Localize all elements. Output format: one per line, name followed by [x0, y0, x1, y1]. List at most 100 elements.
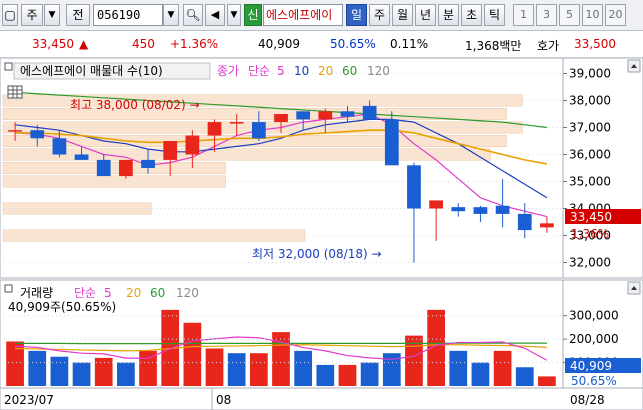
current-price: 33,450 — [32, 37, 74, 51]
vol-legend-ma120[interactable]: 120 — [176, 286, 199, 300]
speaker-icon[interactable]: ◀ — [205, 4, 225, 26]
candle-body — [207, 122, 222, 136]
interval-tab[interactable]: 5 — [559, 4, 580, 26]
price-tick-label: 36,000 — [569, 148, 611, 162]
quote-bar: 33,450 ▲ 450 +1.36% 40,909 50.65% 0.11% … — [0, 31, 643, 58]
volume-scroll-up-button[interactable] — [627, 281, 641, 295]
volume-bar[interactable] — [227, 353, 246, 386]
candle-body — [451, 207, 466, 212]
volume-bar[interactable] — [493, 350, 512, 386]
chevron-down-icon[interactable]: ▼ — [44, 4, 60, 26]
interval-tab[interactable]: 1 — [513, 4, 534, 26]
candle-body — [229, 122, 244, 124]
price-tick-label: 35,000 — [569, 175, 611, 189]
candle-body — [274, 114, 288, 123]
volume-bar[interactable] — [50, 356, 69, 386]
up-arrow-icon: ▲ — [79, 37, 89, 51]
volume-bar[interactable] — [338, 364, 357, 386]
x-axis — [0, 387, 643, 410]
volume-bar[interactable] — [515, 367, 534, 386]
period-tab[interactable]: 초 — [461, 4, 482, 26]
legend-ma60[interactable]: 60 — [342, 64, 357, 78]
volume-value: 40,909 — [258, 37, 300, 51]
candle-body — [517, 213, 532, 231]
candle-body — [540, 223, 554, 228]
candle-body — [30, 130, 45, 139]
x-axis-label: 2023/07 — [4, 393, 54, 407]
volume-bar[interactable] — [28, 350, 47, 386]
price-axis — [562, 57, 643, 279]
interval-tab[interactable]: 10 — [582, 4, 603, 26]
candle-body — [296, 111, 311, 120]
candle[interactable] — [119, 159, 133, 179]
legend-close[interactable]: 종가 — [217, 64, 239, 78]
volume-bar[interactable] — [360, 362, 379, 386]
volume-bar[interactable] — [449, 350, 468, 386]
last-price-label: 33,450 — [570, 210, 612, 224]
legend-ma20[interactable]: 20 — [318, 64, 333, 78]
stock-code-input[interactable]: 056190 — [93, 4, 163, 26]
candle-body — [340, 111, 355, 117]
period-tab[interactable]: 틱 — [484, 4, 505, 26]
volume-bar[interactable] — [316, 364, 335, 386]
candle-body — [318, 111, 333, 120]
volume-tick-label: 300,000 — [569, 309, 619, 323]
search-icon[interactable]: 🔍︎ — [183, 4, 203, 26]
table-icon[interactable] — [7, 85, 23, 99]
period-tab[interactable]: 월 — [392, 4, 413, 26]
price-legend-title[interactable]: 에스에프에이 매물대 수(10) — [20, 64, 163, 78]
trade-amount: 1,368백만 — [465, 39, 522, 53]
volume-bar[interactable] — [94, 357, 113, 386]
sound-dropdown-icon[interactable]: ▼ — [227, 4, 241, 26]
candle-body — [251, 122, 266, 139]
annotation-low: 최저 32,000 (08/18) → — [252, 247, 382, 261]
candle-body — [473, 207, 488, 214]
candle-body — [141, 159, 155, 168]
volume-bar[interactable] — [183, 322, 202, 386]
annotation-high: 최고 38,000 (08/02) → — [70, 98, 200, 112]
volume-bar[interactable] — [294, 350, 313, 386]
candle[interactable] — [384, 111, 399, 166]
stock-chart[interactable]: 2023/07 08 08/28 에스에프에이 매물대 수(10) 종가 단순 5 … — [0, 57, 643, 410]
legend-ma-label: 단순 — [248, 64, 270, 78]
period-tab[interactable]: 주 — [369, 4, 390, 26]
candle-body — [163, 141, 178, 160]
x-axis-label: 08/28 — [570, 393, 605, 407]
volume-info: 40,909주(50.65%) — [8, 300, 116, 314]
period-tab[interactable]: 분 — [438, 4, 459, 26]
turnover-pct: 0.11% — [390, 37, 429, 51]
volume-bar[interactable] — [205, 348, 224, 386]
prev-button[interactable]: 전 — [66, 4, 90, 26]
legend-ma120[interactable]: 120 — [367, 64, 390, 78]
stock-type-select[interactable]: 주 — [21, 4, 43, 26]
legend-ma5[interactable]: 5 — [277, 64, 285, 78]
legend-ma10[interactable]: 10 — [294, 64, 309, 78]
volume-tick-label: 200,000 — [569, 332, 619, 346]
volume-bar[interactable] — [471, 362, 490, 386]
volume-bar[interactable] — [249, 353, 268, 386]
stock-name-field: 에스에프에이 — [263, 4, 343, 26]
period-tab[interactable]: 일 — [346, 4, 367, 26]
candle-body — [8, 130, 22, 132]
vol-legend-ma20[interactable]: 20 — [126, 286, 141, 300]
window-menu-icon[interactable]: ▢ — [2, 4, 18, 26]
last-volume-label: 40,909 — [570, 359, 612, 373]
code-dropdown-icon[interactable]: ▼ — [163, 4, 179, 26]
price-change-pct: +1.36% — [170, 37, 219, 51]
candle-body — [119, 159, 133, 177]
vol-legend-ma5[interactable]: 5 — [104, 286, 112, 300]
volume-bar[interactable] — [538, 376, 556, 386]
credit-badge[interactable]: 신 — [244, 4, 262, 26]
candle-body — [52, 138, 67, 155]
interval-tab[interactable]: 20 — [605, 4, 626, 26]
candle-body — [495, 205, 510, 214]
volume-legend-title[interactable]: 거래량 — [20, 286, 53, 300]
volume-bar[interactable] — [72, 362, 91, 386]
interval-tab[interactable]: 3 — [536, 4, 557, 26]
volume-ratio: 50.65% — [330, 37, 376, 51]
chart-area[interactable]: 2023/07 08 08/28 에스에프에이 매물대 수(10) 종가 단순 5 … — [0, 57, 643, 410]
scroll-up-button[interactable] — [627, 59, 641, 73]
period-tab[interactable]: 년 — [415, 4, 436, 26]
vol-legend-ma60[interactable]: 60 — [150, 286, 165, 300]
volume-bar[interactable] — [117, 362, 135, 386]
